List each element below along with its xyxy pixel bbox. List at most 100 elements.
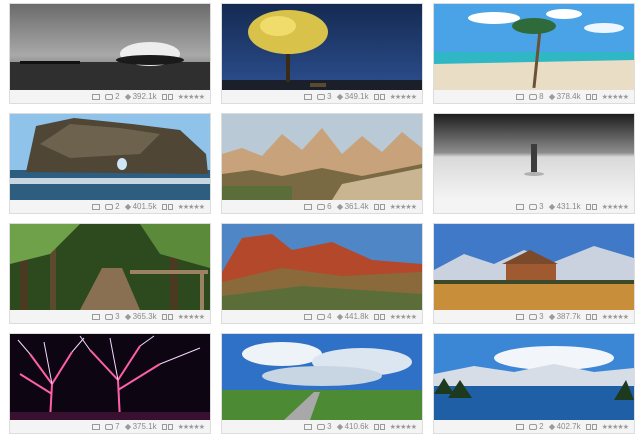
comment-icon (105, 423, 114, 430)
rating-stars-icon[interactable]: ★★★★★ (602, 313, 629, 321)
comment-count: 2 (105, 92, 120, 101)
gallery-card[interactable]: 2 392.1k ★★★★★ (9, 3, 211, 104)
slideshow-icon[interactable] (585, 423, 597, 430)
views-icon (124, 93, 131, 100)
view-count: 387.7k (548, 312, 581, 321)
photo-meta-bar: 2 402.7k ★★★★★ (434, 420, 634, 433)
gallery-card[interactable]: 4 441.8k ★★★★★ (221, 223, 423, 324)
photo-thumbnail[interactable] (10, 334, 210, 420)
photo-thumbnail[interactable] (434, 334, 634, 420)
photo-road-meadow-sky (222, 334, 422, 420)
rating-stars-icon[interactable]: ★★★★★ (178, 203, 205, 211)
slideshow-icon[interactable] (585, 313, 597, 320)
rating-stars-icon[interactable]: ★★★★★ (602, 93, 629, 101)
rating-stars-icon[interactable]: ★★★★★ (390, 203, 417, 211)
views-icon (336, 423, 343, 430)
picture-icon (92, 313, 101, 320)
photo-thumbnail[interactable] (10, 114, 210, 200)
rating-stars-icon[interactable]: ★★★★★ (178, 313, 205, 321)
gallery-card[interactable]: 3 410.6k ★★★★★ (221, 333, 423, 434)
comment-icon (529, 93, 538, 100)
view-count: 410.6k (336, 422, 369, 431)
gallery-card[interactable]: 3 387.7k ★★★★★ (433, 223, 635, 324)
picture-icon (516, 423, 525, 430)
view-count: 431.1k (548, 202, 581, 211)
comment-icon (317, 203, 326, 210)
view-count: 402.7k (548, 422, 581, 431)
picture-icon (516, 93, 525, 100)
picture-icon (92, 423, 101, 430)
gallery-card[interactable]: 3 349.1k ★★★★★ (221, 3, 423, 104)
comment-count: 3 (317, 422, 332, 431)
photo-meta-bar: 3 410.6k ★★★★★ (222, 420, 422, 433)
comment-count: 3 (105, 312, 120, 321)
rating-stars-icon[interactable]: ★★★★★ (602, 423, 629, 431)
photo-thumbnail[interactable] (222, 114, 422, 200)
views-icon (548, 203, 555, 210)
views-icon (548, 423, 555, 430)
slideshow-icon[interactable] (161, 423, 173, 430)
picture-icon (92, 203, 101, 210)
rating-stars-icon[interactable]: ★★★★★ (602, 203, 629, 211)
photo-thumbnail[interactable] (434, 224, 634, 310)
rating-stars-icon[interactable]: ★★★★★ (390, 93, 417, 101)
view-count: 375.1k (124, 422, 157, 431)
gallery-card[interactable]: 7 375.1k ★★★★★ (9, 333, 211, 434)
slideshow-icon[interactable] (373, 313, 385, 320)
slideshow-icon[interactable] (373, 93, 385, 100)
slideshow-icon[interactable] (161, 93, 173, 100)
photo-meta-bar: 3 431.1k ★★★★★ (434, 200, 634, 213)
photo-neon-trees (10, 334, 210, 420)
rating-stars-icon[interactable]: ★★★★★ (390, 423, 417, 431)
slideshow-icon[interactable] (373, 203, 385, 210)
rating-stars-icon[interactable]: ★★★★★ (390, 313, 417, 321)
picture-icon (92, 93, 101, 100)
photo-thumbnail[interactable] (222, 334, 422, 420)
slideshow-icon[interactable] (373, 423, 385, 430)
photo-thumbnail[interactable] (222, 4, 422, 90)
comment-count: 3 (529, 202, 544, 211)
slideshow-icon[interactable] (161, 313, 173, 320)
comment-icon (105, 93, 114, 100)
photo-meta-bar: 8 378.4k ★★★★★ (434, 90, 634, 103)
photo-fairy-chimneys (222, 114, 422, 200)
photo-thumbnail[interactable] (434, 114, 634, 200)
photo-meta-bar: 4 441.8k ★★★★★ (222, 310, 422, 323)
gallery-card[interactable]: 2 402.7k ★★★★★ (433, 333, 635, 434)
views-icon (336, 93, 343, 100)
rating-stars-icon[interactable]: ★★★★★ (178, 93, 205, 101)
gallery-card[interactable]: 3 431.1k ★★★★★ (433, 113, 635, 214)
photo-meta-bar: 7 375.1k ★★★★★ (10, 420, 210, 433)
gallery-card[interactable]: 3 365.3k ★★★★★ (9, 223, 211, 324)
gallery-card[interactable]: 6 361.4k ★★★★★ (221, 113, 423, 214)
comment-icon (317, 423, 326, 430)
gallery-card[interactable]: 8 378.4k ★★★★★ (433, 3, 635, 104)
comment-count: 7 (105, 422, 120, 431)
photo-meta-bar: 3 365.3k ★★★★★ (10, 310, 210, 323)
photo-thumbnail[interactable] (434, 4, 634, 90)
photo-thumbnail[interactable] (222, 224, 422, 310)
view-count: 392.1k (124, 92, 157, 101)
photo-red-mountain (222, 224, 422, 310)
photo-meta-bar: 3 349.1k ★★★★★ (222, 90, 422, 103)
comment-count: 2 (529, 422, 544, 431)
comment-count: 2 (105, 202, 120, 211)
photo-thumbnail[interactable] (10, 4, 210, 90)
picture-icon (304, 93, 313, 100)
slideshow-icon[interactable] (161, 203, 173, 210)
slideshow-icon[interactable] (585, 203, 597, 210)
view-count: 401.5k (124, 202, 157, 211)
photo-thumbnail[interactable] (10, 224, 210, 310)
rating-stars-icon[interactable]: ★★★★★ (178, 423, 205, 431)
view-count: 365.3k (124, 312, 157, 321)
views-icon (336, 313, 343, 320)
photo-meta-bar: 6 361.4k ★★★★★ (222, 200, 422, 213)
picture-icon (516, 203, 525, 210)
view-count: 349.1k (336, 92, 369, 101)
photo-bw-snow-figure (434, 114, 634, 200)
photo-dark-lake-rock (10, 4, 210, 90)
slideshow-icon[interactable] (585, 93, 597, 100)
gallery-card[interactable]: 2 401.5k ★★★★★ (9, 113, 211, 214)
photo-palm-beach (434, 4, 634, 90)
photo-meta-bar: 2 401.5k ★★★★★ (10, 200, 210, 213)
